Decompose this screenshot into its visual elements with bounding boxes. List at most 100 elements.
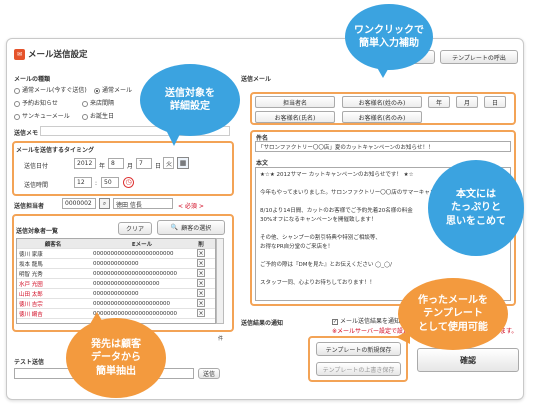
customer-select-button[interactable]: 🔍 顧客の選択 (157, 220, 225, 235)
close-icon[interactable]: × (197, 298, 205, 307)
result-notify-label: 送信結果の通知 (241, 320, 284, 327)
radio-icon (14, 87, 20, 94)
template-new-save-button[interactable]: テンプレートの新規保存 (316, 342, 401, 356)
table-header: 顧客名 Eメール 削 (17, 239, 215, 249)
calendar-icon[interactable]: ▦ (177, 157, 189, 169)
callout-template-use-tail (396, 330, 410, 344)
row-customer-name: 山田 太郎 (19, 291, 43, 298)
col-header-delete: 削 (198, 241, 204, 248)
row-delete[interactable]: × (191, 308, 211, 319)
minute-select[interactable]: 50 (101, 177, 119, 188)
callout-template-use: 作ったメールを テンプレート として使用可能 (398, 278, 508, 350)
row-customer-name: 水戸 光圀 (19, 281, 43, 288)
mail-type-heading: メールの種類 (14, 76, 51, 83)
radio-icon (82, 113, 88, 120)
table-row[interactable]: 明智 光秀 000000000000000000000000 × (17, 268, 215, 279)
hour-select[interactable]: 12 (74, 177, 92, 188)
table-row[interactable]: 山田 太郎 0000000000000 × (17, 288, 215, 299)
tag-customer-surname[interactable]: お客様名(姓のみ) (342, 96, 422, 108)
sender-code-input[interactable]: 0000002 (62, 198, 96, 209)
close-icon[interactable]: × (197, 278, 205, 287)
row-customer-name: 徳川 吉宗 (19, 301, 43, 308)
tag-day[interactable]: 日 (484, 96, 506, 108)
row-delete[interactable]: × (191, 278, 211, 289)
customer-select-label: 顧客の選択 (181, 225, 212, 232)
day-unit: 日 (155, 163, 162, 170)
send-memo-label: 送信メモ (14, 130, 39, 137)
close-icon[interactable]: × (197, 308, 205, 317)
mail-type-option-0[interactable]: 通常メール(今すぐ送信) (14, 85, 87, 94)
row-delete[interactable]: × (191, 248, 211, 259)
subject-input[interactable]: 「サロンファクトリー〇〇店」夏のカットキャンペーンのお知らせ！！ (255, 141, 511, 152)
row-delete[interactable]: × (191, 258, 211, 269)
mail-type-option-4[interactable]: サンキューメール (14, 111, 70, 120)
radio-icon (82, 100, 88, 107)
clock-icon[interactable]: ◷ (123, 177, 134, 188)
mail-body-heading: 送信メール (241, 76, 272, 83)
radio-selected-icon (94, 87, 100, 94)
year-select[interactable]: 2012 (74, 158, 96, 169)
close-icon[interactable]: × (197, 258, 205, 267)
count-label: 件 (218, 336, 224, 342)
sender-label: 送信担当者 (14, 203, 45, 210)
table-row[interactable]: 徳川 吉宗 0000000000000000000000 × (17, 298, 215, 309)
col-header-name: 顧客名 (44, 241, 62, 248)
search-icon: 🔍 (170, 224, 179, 231)
result-notify-checkbox[interactable]: ✓ メール送信結果を通知 (332, 316, 400, 325)
tag-month[interactable]: 月 (456, 96, 478, 108)
sender-name-input: 徳田 信長 (113, 198, 173, 209)
table-row[interactable]: 水戸 光圀 0000000000000000000 × (17, 278, 215, 289)
close-icon[interactable]: × (197, 268, 205, 277)
callout-body-plenty: 本文には たっぷりと 思いをこめて (428, 160, 524, 256)
radio-icon (14, 113, 20, 120)
template-call-button[interactable]: テンプレートの呼出 (440, 50, 518, 64)
row-customer-name: 徳川 家康 (19, 251, 43, 258)
test-send-button[interactable]: 送信 (198, 368, 220, 379)
close-icon[interactable]: × (197, 288, 205, 297)
callout-target-timing: 送信対象を 詳細設定 (140, 64, 240, 136)
row-email: 0000000000000 (93, 290, 139, 297)
required-note: < 必須 > (178, 203, 204, 210)
tag-customer-fullname[interactable]: お客様名(氏名) (255, 111, 335, 123)
body-label: 本文 (256, 160, 269, 167)
row-delete[interactable]: × (191, 268, 211, 279)
tag-year[interactable]: 年 (428, 96, 450, 108)
clear-button[interactable]: クリア (118, 222, 152, 235)
table-scrollbar[interactable] (216, 238, 224, 324)
row-email: 0000000000000000000000 (93, 300, 170, 307)
mail-type-option-1[interactable]: 通常メール (94, 85, 132, 94)
close-icon[interactable]: × (197, 248, 205, 257)
callout-one-click-tail (375, 64, 391, 78)
search-icon[interactable]: ⌕ (99, 198, 110, 209)
month-unit: 月 (127, 163, 134, 170)
month-select[interactable]: 8 (108, 158, 124, 169)
body-line (260, 270, 506, 279)
row-delete[interactable]: × (191, 298, 211, 309)
test-send-label: テスト送信 (14, 359, 45, 366)
day-select[interactable]: 7 (136, 158, 152, 169)
row-email: 0000000000000000000 (93, 280, 160, 287)
callout-target-timing-tail (166, 130, 182, 146)
checkbox-checked-icon: ✓ (332, 318, 338, 325)
window-title-text: メール送信設定 (28, 50, 88, 60)
tag-staff-name[interactable]: 担当者名 (255, 96, 335, 108)
mail-type-option-5[interactable]: お誕生日 (82, 111, 114, 120)
template-overwrite-button[interactable]: テンプレートの上書き保存 (316, 362, 401, 376)
table-row[interactable]: 坂本 龍馬 0000000000000 × (17, 258, 215, 269)
callout-one-click: ワンクリックで 簡単入力補助 (345, 4, 433, 70)
body-line: ご予約の際は『DMを見た』とお伝えください ◯_◯/ (260, 262, 392, 268)
row-email: 000000000000000000000000 (93, 270, 177, 277)
recipients-heading: 送信対象者一覧 (16, 228, 59, 235)
row-customer-name: 明智 光秀 (19, 271, 43, 278)
send-date-label: 送信日付 (24, 163, 49, 170)
timing-heading: メールを送信するタイミング (16, 147, 95, 154)
mail-type-option-3[interactable]: 来店間隔 (82, 98, 114, 107)
row-customer-name: 坂本 龍馬 (19, 261, 43, 268)
table-row[interactable]: 徳川 家康 00000000000000000000000 × (17, 248, 215, 259)
recipients-table: 顧客名 Eメール 削 徳川 家康 00000000000000000000000 ×… (16, 238, 216, 324)
row-delete[interactable]: × (191, 288, 211, 299)
tag-customer-firstname[interactable]: お客様名(名のみ) (342, 111, 422, 123)
mail-type-option-2[interactable]: 予約お知らせ (14, 98, 58, 107)
callout-customer-extract-tail (90, 312, 104, 324)
confirm-button[interactable]: 確認 (417, 348, 519, 372)
